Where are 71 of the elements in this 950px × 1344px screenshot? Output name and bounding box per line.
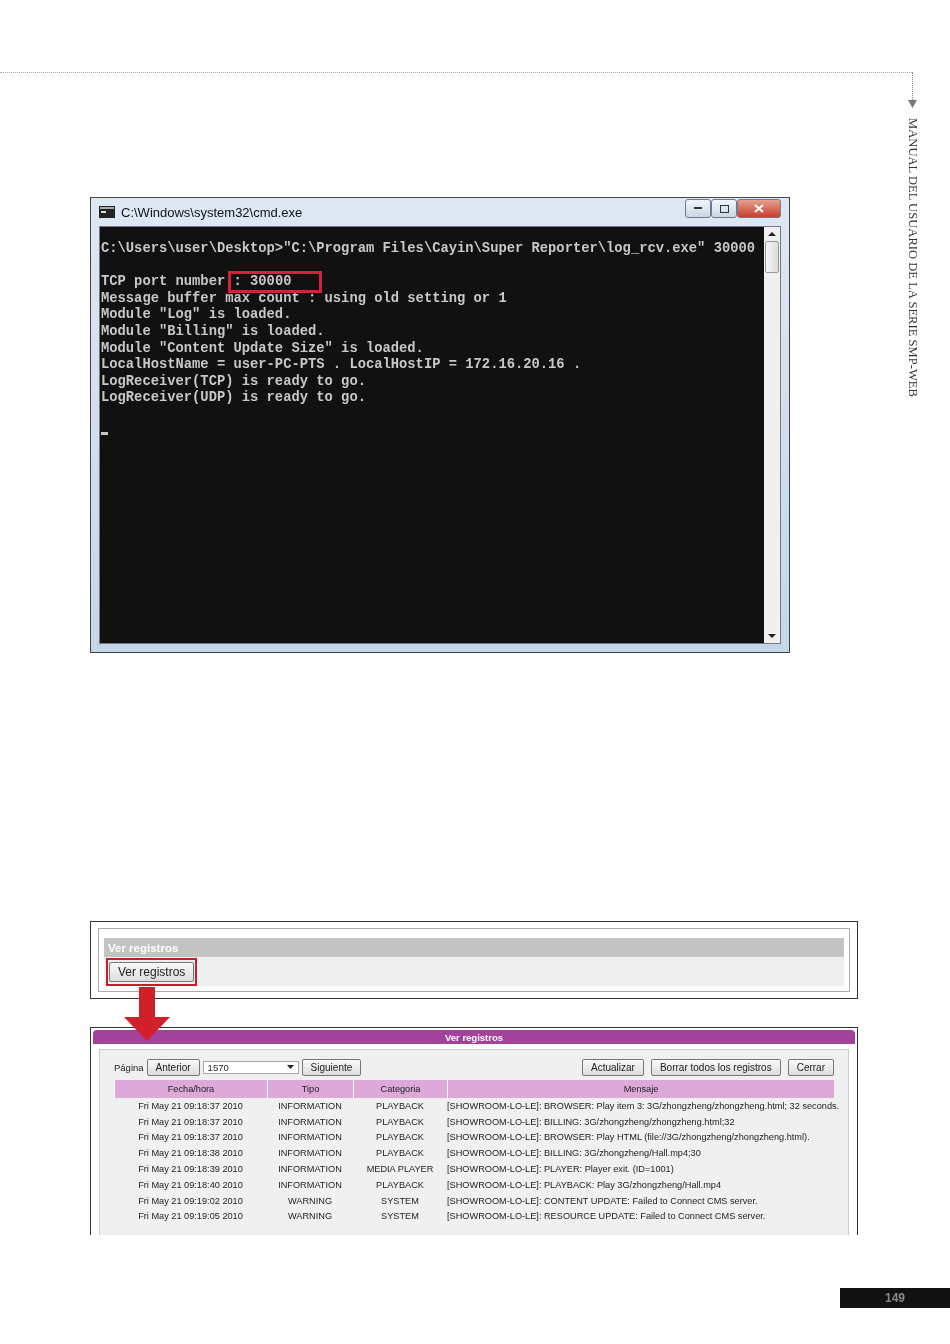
window-title: C:\Windows\system32\cmd.exe — [121, 204, 303, 220]
down-arrow-icon — [908, 100, 917, 108]
table-cell-text: [SHOWROOM-LO-LE]: PLAYER: Player exit. (ID=1001) — [447, 1163, 675, 1177]
table-cell-text: [SHOWROOM-LO-LE]: BROWSER: Play HTML (file://3G/zhongzheng/zhongzheng.html). — [447, 1131, 811, 1145]
page-label: Página — [114, 1061, 144, 1073]
table-cell-text: Fri May 21 09:18:37 2010 — [137, 1115, 244, 1129]
table-cell-text: [SHOWROOM-LO-LE]: BROWSER: Play item 3: 3G/zhongzheng/zhongzheng.html; 32 seconds. — [447, 1099, 840, 1113]
table-cell-text: PLAYBACK — [375, 1131, 425, 1145]
close-button[interactable] — [737, 199, 781, 218]
table-cell-text: WARNING — [286, 1210, 334, 1224]
minimize-button[interactable] — [685, 199, 711, 218]
table-cell-text: PLAYBACK — [375, 1178, 425, 1192]
table-cell-text: PLAYBACK — [375, 1147, 425, 1161]
table-cell-text: Fri May 21 09:18:39 2010 — [137, 1163, 244, 1177]
minimize-icon — [694, 207, 702, 210]
table-cell-text: INFORMATION — [277, 1163, 343, 1177]
table-cell-text: Fri May 21 09:18:37 2010 — [137, 1099, 244, 1113]
table-cell-text: [SHOWROOM-LO-LE]: BILLING: 3G/zhongzheng/zhongzheng.html;32 — [447, 1115, 736, 1129]
table-cell-text: Fri May 21 09:18:38 2010 — [137, 1147, 244, 1161]
maximize-button[interactable] — [711, 199, 737, 218]
table-cell-text: WARNING — [286, 1194, 334, 1208]
close-icon — [754, 204, 764, 213]
console-line: LogReceiver(TCP) is ready to go. — [101, 373, 366, 389]
table-cell-text: Fri May 21 09:18:40 2010 — [137, 1178, 244, 1192]
console-line: Module "Billing" is loaded. — [101, 323, 325, 339]
table-cell-text: INFORMATION — [277, 1178, 343, 1192]
scrollbar[interactable] — [764, 227, 780, 643]
console-line: TCP port number — [101, 274, 226, 290]
table-cell-text: INFORMATION — [277, 1115, 343, 1129]
console-line: LocalHostName = user-PC-PTS . LocalHostIP = 172.16.20.16 . — [101, 357, 582, 373]
toolbar-button[interactable]: Cerrar — [787, 1058, 834, 1076]
table-cell-text: SYSTEM — [380, 1194, 420, 1208]
console-line: LogReceiver(UDP) is ready to go. — [101, 390, 366, 406]
previous-button[interactable]: Anterior — [146, 1058, 200, 1076]
maximize-icon — [719, 204, 729, 213]
table-cell-text: SYSTEM — [380, 1210, 420, 1224]
console-line: Module "Log" is loaded. — [101, 307, 292, 323]
down-arrow — [124, 987, 172, 1041]
table-cell-text: Fri May 21 09:19:02 2010 — [137, 1194, 244, 1208]
console-line: C:\Users\user\Desktop>"C:\Program Files\Cayin\Super Reporter\log_rcv.exe" 30000 — [101, 241, 756, 256]
next-button[interactable]: Siguiente — [301, 1058, 362, 1076]
table-cell-text: [SHOWROOM-LO-LE]: CONTENT UPDATE: Failed to Connect CMS server. — [447, 1194, 759, 1208]
toolbar-button[interactable]: Actualizar — [582, 1058, 644, 1076]
table-cell-text: Fri May 21 09:18:37 2010 — [137, 1131, 244, 1145]
scroll-thumb[interactable] — [765, 241, 779, 273]
toolbar-button[interactable]: Borrar todos los registros — [650, 1058, 781, 1076]
table-cell-text: PLAYBACK — [375, 1099, 425, 1113]
table-cell-text: MEDIA PLAYER — [365, 1163, 435, 1177]
table-cell-text: INFORMATION — [277, 1147, 343, 1161]
table-cell-text: INFORMATION — [277, 1131, 343, 1145]
column-header: Tipo — [267, 1080, 353, 1098]
page-select[interactable]: 1570 — [202, 1060, 299, 1074]
table-cell-text: INFORMATION — [277, 1099, 343, 1113]
viewer-title: Ver registros — [444, 1031, 504, 1043]
column-header: Mensaje — [447, 1080, 834, 1098]
side-header: MANUAL DEL USUARIO DE LA SERIE SMP-WEB — [905, 118, 920, 397]
column-header: Categoria — [353, 1080, 447, 1098]
table-cell-text: Fri May 21 09:19:05 2010 — [137, 1210, 244, 1224]
console-icon — [99, 206, 115, 218]
table-cell-text: [SHOWROOM-LO-LE]: PLAYBACK: Play 3G/zhongzheng/Hall.mp4 — [447, 1178, 723, 1192]
table-cell-text: [SHOWROOM-LO-LE]: RESOURCE UPDATE: Failed to Connect CMS server. — [447, 1210, 767, 1224]
page-number: 149 — [840, 1288, 950, 1308]
console-line: Module "Content Update Size" is loaded. — [101, 340, 424, 356]
table-cell-text: PLAYBACK — [375, 1115, 425, 1129]
caret-icon — [286, 1065, 294, 1069]
view-logs-button[interactable]: Ver registros — [109, 961, 195, 982]
highlighted-value: : 30000 — [228, 271, 323, 294]
column-header: Fecha/hora — [114, 1080, 267, 1098]
text-cursor — [101, 431, 108, 435]
panel-title: Ver registros — [108, 941, 179, 954]
table-cell-text: [SHOWROOM-LO-LE]: BILLING: 3G/zhongzheng/Hall.mp4;30 — [447, 1147, 702, 1161]
